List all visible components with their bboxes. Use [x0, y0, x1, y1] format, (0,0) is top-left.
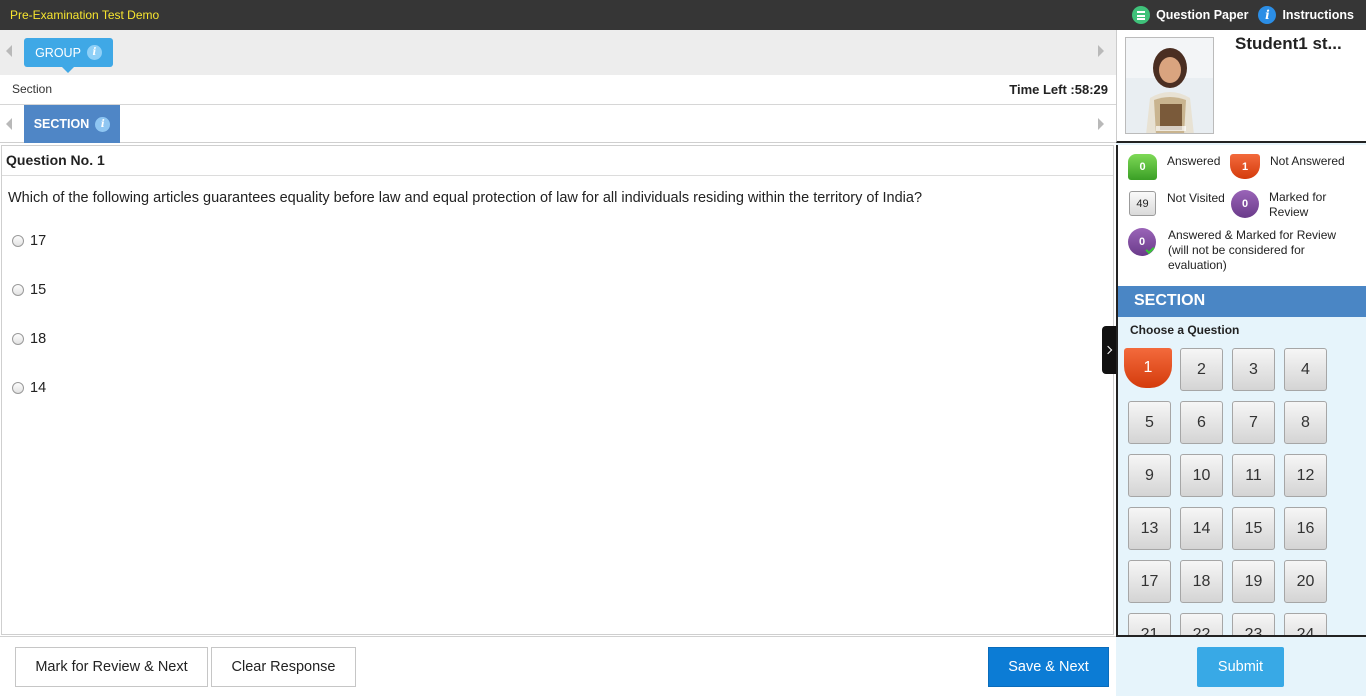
option-label: 18: [30, 331, 47, 347]
question-content: Question No. 1 Which of the following ar…: [1, 145, 1114, 635]
question-palette: Choose a Question 1 2 3 4 5 6 7 8 9 10 11 12 13 14 15 1…: [1116, 317, 1366, 637]
question-button-24[interactable]: 24: [1284, 613, 1327, 635]
question-pane: GROUP i Section Time Left :58:29 SECTION…: [0, 30, 1116, 696]
section-scroll-right-icon[interactable]: [1098, 118, 1104, 130]
question-button-14[interactable]: 14: [1180, 507, 1223, 550]
group-info-icon[interactable]: i: [86, 45, 102, 60]
check-icon: [1145, 244, 1155, 255]
section-tab-bar: SECTION i: [0, 105, 1116, 143]
option-radio[interactable]: [12, 382, 24, 394]
question-button-15[interactable]: 15: [1232, 507, 1275, 550]
question-paper-icon: [1132, 6, 1151, 24]
mark-review-next-button[interactable]: Mark for Review & Next: [15, 647, 208, 687]
legend-answered-marked: 0 Answered & Marked for Review (will not…: [1128, 228, 1338, 273]
question-button-10[interactable]: 10: [1180, 454, 1223, 497]
legend-label: Answered & Marked for Review (will not b…: [1168, 228, 1337, 272]
question-paper-label: Question Paper: [1156, 8, 1249, 22]
group-tab[interactable]: GROUP i: [24, 38, 113, 73]
question-button-16[interactable]: 16: [1284, 507, 1327, 550]
section-tab-label: SECTION: [33, 117, 90, 131]
question-button-13[interactable]: 13: [1128, 507, 1171, 550]
option-4[interactable]: 14: [12, 380, 46, 396]
option-radio[interactable]: [12, 284, 24, 296]
instructions-label: Instructions: [1282, 8, 1354, 22]
question-button-5[interactable]: 5: [1128, 401, 1171, 444]
section-status-bar: Section Time Left :58:29: [0, 75, 1116, 105]
question-number: Question No. 1: [2, 146, 1113, 176]
question-button-8[interactable]: 8: [1284, 401, 1327, 444]
chevron-right-icon: [1103, 345, 1113, 355]
answered-badge: 0: [1128, 154, 1157, 180]
question-button-4[interactable]: 4: [1284, 348, 1327, 391]
time-left: Time Left :58:29: [1009, 82, 1108, 97]
legend-label: Answered: [1167, 154, 1221, 168]
question-button-7[interactable]: 7: [1232, 401, 1275, 444]
option-radio[interactable]: [12, 333, 24, 345]
clear-response-button[interactable]: Clear Response: [211, 647, 356, 687]
legend-label: Not Visited: [1167, 191, 1225, 205]
section-scroll-left-icon[interactable]: [6, 118, 12, 130]
submit-button[interactable]: Submit: [1197, 647, 1284, 687]
section-tab[interactable]: SECTION i: [24, 105, 120, 143]
collapse-panel-handle[interactable]: [1102, 326, 1117, 374]
save-next-button[interactable]: Save & Next: [988, 647, 1109, 687]
question-button-17[interactable]: 17: [1128, 560, 1171, 603]
question-button-12[interactable]: 12: [1284, 454, 1327, 497]
question-button-23[interactable]: 23: [1232, 613, 1275, 635]
legend-not-visited: 49 Not Visited: [1129, 191, 1225, 216]
section-label: Section: [12, 82, 53, 96]
option-radio[interactable]: [12, 235, 24, 247]
question-paper-link[interactable]: Question Paper: [1132, 6, 1248, 24]
question-button-2[interactable]: 2: [1180, 348, 1223, 391]
question-button-11[interactable]: 11: [1232, 454, 1275, 497]
legend-label: Not Answered: [1270, 154, 1345, 168]
top-bar: Pre-Examination Test Demo Question Paper…: [0, 0, 1366, 30]
group-scroll-right-icon[interactable]: [1098, 45, 1104, 57]
question-button-19[interactable]: 19: [1232, 560, 1275, 603]
option-1[interactable]: 17: [12, 233, 46, 249]
question-button-6[interactable]: 6: [1180, 401, 1223, 444]
not-visited-badge: 49: [1129, 191, 1156, 216]
legend-answered: 0 Answered: [1128, 154, 1220, 180]
option-2[interactable]: 15: [12, 282, 46, 298]
question-button-21[interactable]: 21: [1128, 613, 1171, 635]
group-tab-label: GROUP: [35, 45, 81, 60]
submit-area: Submit: [1116, 637, 1366, 696]
section-info-icon[interactable]: i: [95, 116, 111, 132]
top-links: Question Paper i Instructions: [1132, 6, 1354, 24]
answered-marked-badge: 0: [1128, 228, 1156, 256]
question-button-1[interactable]: 1: [1124, 348, 1172, 388]
avatar: [1125, 37, 1214, 134]
marked-badge: 0: [1231, 190, 1259, 218]
profile-card: Student1 st...: [1116, 30, 1366, 143]
answered-marked-count: 0: [1138, 236, 1146, 248]
legend-label: Marked for Review: [1269, 190, 1327, 219]
instructions-link[interactable]: i Instructions: [1258, 6, 1354, 24]
group-bar: GROUP i: [0, 30, 1116, 75]
info-icon: i: [1258, 6, 1277, 24]
question-button-22[interactable]: 22: [1180, 613, 1223, 635]
student-name: Student1 st...: [1235, 34, 1342, 53]
option-label: 15: [30, 282, 47, 298]
question-text: Which of the following articles guarante…: [8, 190, 923, 206]
not-answered-badge: 1: [1230, 154, 1260, 179]
question-button-18[interactable]: 18: [1180, 560, 1223, 603]
question-button-3[interactable]: 3: [1232, 348, 1275, 391]
group-scroll-left-icon[interactable]: [6, 45, 12, 57]
legend-not-answered: 1 Not Answered: [1230, 154, 1345, 179]
legend-marked: 0 Marked for Review: [1231, 190, 1349, 220]
option-label: 17: [30, 233, 47, 249]
option-3[interactable]: 18: [12, 331, 46, 347]
choose-question-label: Choose a Question: [1130, 323, 1240, 337]
action-bar: Mark for Review & Next Clear Response Sa…: [0, 636, 1116, 696]
student-photo-icon: [1126, 38, 1213, 133]
question-button-9[interactable]: 9: [1128, 454, 1171, 497]
question-button-20[interactable]: 20: [1284, 560, 1327, 603]
status-legend: 0 Answered 1 Not Answered 49 Not Visited…: [1116, 145, 1366, 286]
palette-section-title: SECTION: [1116, 286, 1366, 317]
side-panel: Student1 st... 0 Answered 1 Not Answered…: [1116, 30, 1366, 696]
option-label: 14: [30, 380, 47, 396]
app-title: Pre-Examination Test Demo: [10, 8, 160, 22]
